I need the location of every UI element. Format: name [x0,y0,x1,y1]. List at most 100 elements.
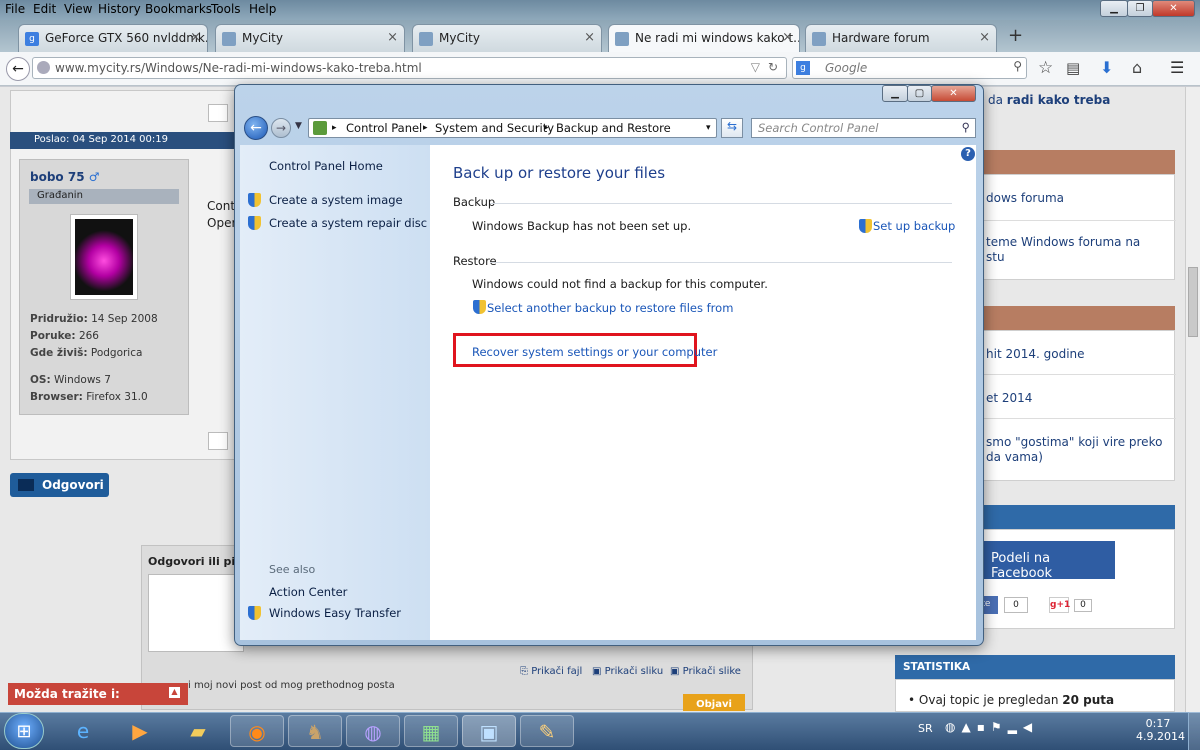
back-button[interactable]: ← [6,57,30,81]
menu-help[interactable]: Help [249,2,276,16]
taskbar-torrent[interactable]: ◍ [346,715,400,747]
posts-label: Poruke: [30,330,76,342]
attach-file-link[interactable]: ⎘ Prikači fajl [520,666,582,677]
tray-icon[interactable]: ⚑ [991,720,1008,734]
cp-maximize-button[interactable]: ▢ [907,85,932,102]
quote-icon[interactable] [208,432,228,450]
close-button[interactable]: ✕ [1152,0,1195,17]
cp-address-bar[interactable]: ▸ Control Panel ▸ System and Security ▸ … [308,118,717,138]
taskbar-control-panel[interactable]: ▣ [462,715,516,747]
close-icon[interactable]: × [190,30,201,45]
bookmark-star-icon[interactable]: ☆ [1038,58,1053,78]
recover-system-settings-link[interactable]: Recover system settings or your computer [472,345,717,359]
facebook-share-button[interactable]: Podeli na Facebook [980,541,1115,581]
action-center-link[interactable]: Action Center [269,585,347,599]
breadcrumb-control-panel[interactable]: Control Panel [346,121,422,135]
create-system-image-link[interactable]: Create a system image [269,193,403,207]
sidebar-link[interactable]: hit 2014. godine [986,347,1085,361]
sidebar-link[interactable]: stu [986,250,1005,264]
downloads-icon[interactable]: ⬇ [1100,58,1113,77]
attach-image-link[interactable]: ▣ Prikači sliku [592,666,663,677]
cp-search-box[interactable]: Search Control Panel ⚲ [751,118,976,138]
taskbar-firefox[interactable]: ◉ [230,715,284,747]
username[interactable]: bobo 75 ♂ [30,170,100,184]
dropdown-icon[interactable]: ▽ [751,60,760,74]
close-icon[interactable]: × [979,30,990,45]
maybe-search-bar[interactable]: Možda tražite i: ▲ [8,683,188,705]
search-icon[interactable]: ⚲ [962,120,970,134]
help-icon[interactable]: ? [961,147,975,161]
menu-file[interactable]: File [5,2,25,16]
sidebar-link[interactable]: teme Windows foruma na [986,235,1140,249]
show-desktop-button[interactable] [1188,712,1200,750]
bookmarks-list-icon[interactable]: ▤ [1066,59,1080,77]
menu-bookmarks[interactable]: Bookmarks [145,2,212,16]
taskbar-ie[interactable]: e [56,715,110,747]
sidebar-link[interactable]: smo "gostima" koji vire preko [986,435,1162,449]
close-icon[interactable]: × [584,30,595,45]
chevron-down-icon[interactable]: ▾ [706,123,711,133]
url-bar[interactable]: www.mycity.rs/Windows/Ne-radi-mi-windows… [32,57,787,79]
reply-button[interactable]: Odgovori [10,473,109,497]
sidebar-link[interactable]: da vama) [986,450,1043,464]
attach-images-link[interactable]: ▣ Prikači slike [670,666,741,677]
tray-icon[interactable]: ▲ [961,720,976,734]
network-icon[interactable]: ▂ [1008,720,1023,734]
cp-home-link[interactable]: Control Panel Home [269,159,383,173]
menu-edit[interactable]: Edit [33,2,56,16]
search-icon[interactable]: ⚲ [1013,59,1022,73]
menu-tools[interactable]: Tools [211,2,241,16]
tab-mycity-1[interactable]: MyCity × [215,24,405,52]
publish-button[interactable]: Objavi [683,694,745,711]
menu-icon[interactable]: ☰ [1170,58,1184,77]
scrollbar-thumb[interactable] [1188,267,1198,337]
create-repair-disc-link[interactable]: Create a system repair disc [269,216,427,230]
sidebar-link[interactable]: dows foruma [986,191,1064,205]
cp-refresh-button[interactable]: ⇆ [721,118,743,138]
easy-transfer-link[interactable]: Windows Easy Transfer [269,606,401,620]
page-scrollbar[interactable] [1185,87,1200,712]
control-panel-icon [313,121,327,135]
new-tab-button[interactable]: + [1008,25,1023,46]
menu-history[interactable]: History [98,2,141,16]
start-button[interactable]: ⊞ [4,713,44,749]
breadcrumb-system-security[interactable]: System and Security [435,121,554,135]
tab-hardware[interactable]: Hardware forum × [805,24,997,52]
reply-textarea[interactable] [148,574,244,652]
select-another-backup-link[interactable]: Select another backup to restore files f… [487,301,733,315]
taskbar-game[interactable]: ♞ [288,715,342,747]
tab-geforce[interactable]: g GeForce GTX 560 nvlddmk... × [18,24,208,52]
restore-section-label: Restore [453,254,497,268]
cp-close-button[interactable]: ✕ [931,85,976,102]
taskbar-explorer[interactable]: ▰ [171,715,225,747]
search-bar[interactable]: g Google ⚲ [792,57,1027,79]
clock[interactable]: 0:17 4.9.2014 [1136,717,1185,743]
maximize-button[interactable]: ❐ [1127,0,1153,17]
home-icon[interactable]: ⌂ [1132,58,1142,77]
minimize-button[interactable]: ▁ [1100,0,1128,17]
taskbar-task-manager[interactable]: ▦ [404,715,458,747]
tab-ne-radi[interactable]: Ne radi mi windows kako t... × [608,24,800,53]
menu-view[interactable]: View [64,2,92,16]
close-icon[interactable]: × [387,30,398,45]
taskbar-paint[interactable]: ✎ [520,715,574,747]
close-icon[interactable]: × [782,30,793,45]
cp-back-button[interactable]: ← [244,116,268,140]
cp-forward-button[interactable]: → [271,118,291,138]
set-up-backup-link[interactable]: Set up backup [873,219,955,233]
tray-icon[interactable]: ◍ [945,720,961,734]
expand-icon[interactable]: ▲ [169,687,180,698]
tray-icon[interactable]: ▪ [977,720,991,734]
sidebar-top-link[interactable]: da radi kako treba [988,93,1110,107]
tab-mycity-2[interactable]: MyCity × [412,24,602,52]
reload-icon[interactable]: ↻ [768,60,778,74]
breadcrumb-backup-restore[interactable]: Backup and Restore [556,121,671,135]
volume-icon[interactable]: ◀ [1023,720,1038,734]
sidebar-link[interactable]: et 2014 [986,391,1032,405]
cp-history-dropdown-icon[interactable]: ▼ [295,121,302,131]
quote-icon[interactable] [208,104,228,122]
taskbar-media-player[interactable]: ▶ [113,715,167,747]
cp-minimize-button[interactable]: ▁ [882,85,908,102]
gplus-button[interactable]: g+1 [1049,597,1070,613]
language-indicator[interactable]: SR [918,722,933,735]
